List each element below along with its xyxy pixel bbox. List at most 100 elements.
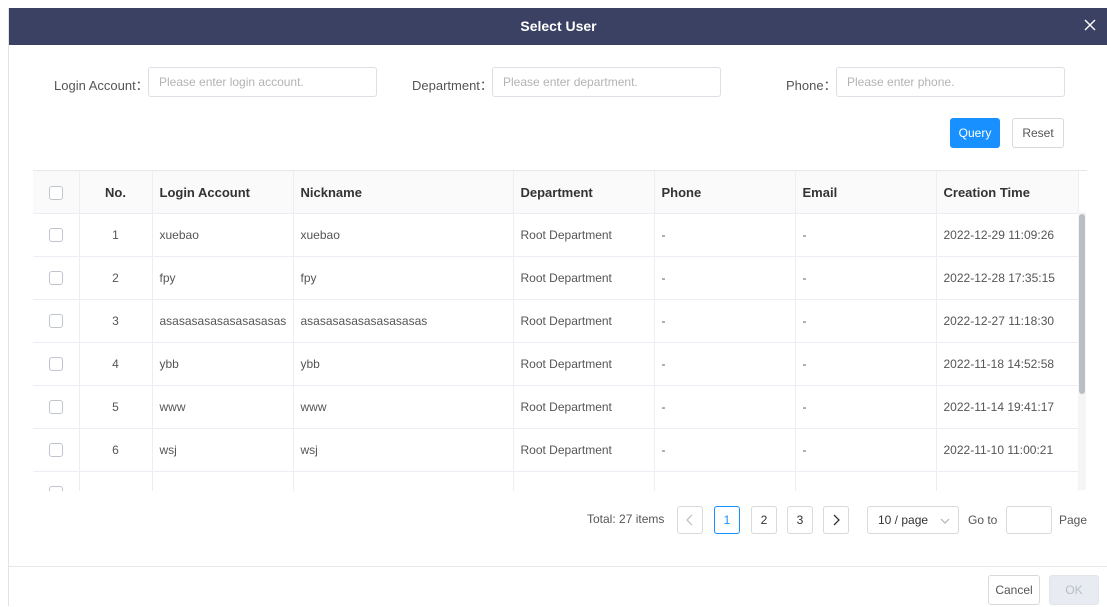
chevron-right-icon: [833, 514, 840, 526]
column-header: Creation Time: [936, 171, 1079, 214]
row-checkbox[interactable]: [48, 400, 63, 415]
column-header: No.: [79, 171, 153, 214]
column-header: Phone: [654, 171, 796, 214]
filter-bar: Login Account： Department： Phone：: [9, 67, 1107, 99]
column-header: Department: [513, 171, 655, 214]
table-header-row: No. Login Account Nickname Department Ph…: [33, 171, 1079, 214]
column-header: Login Account: [152, 171, 294, 214]
query-button[interactable]: Query: [950, 118, 1000, 148]
reset-button[interactable]: Reset: [1012, 118, 1064, 148]
table-cell: -: [795, 428, 937, 472]
table-cell: -: [654, 428, 796, 472]
table-cell: 2: [79, 256, 153, 300]
table-cell: ybb: [293, 342, 514, 386]
table-cell: 6: [79, 428, 153, 472]
row-select-cell[interactable]: [33, 256, 80, 300]
table-cell: www: [152, 385, 294, 429]
login-account-input[interactable]: [148, 67, 377, 97]
table-cell: -: [654, 342, 796, 386]
page-label: Page: [1059, 513, 1088, 527]
table-row[interactable]: 1 xuebao xuebao Root Department - - 2022…: [33, 213, 1079, 257]
select-all-cell[interactable]: [33, 171, 80, 214]
table-row[interactable]: 6 wsj wsj Root Department - - 2022-11-10…: [33, 428, 1079, 472]
table-cell: [936, 471, 1079, 491]
total-items: Total: 27 items: [587, 512, 665, 526]
table-row[interactable]: 5 www www Root Department - - 2022-11-14…: [33, 385, 1079, 429]
table-cell: 3: [79, 299, 153, 343]
row-select-cell[interactable]: [33, 342, 80, 386]
row-select-cell[interactable]: [33, 428, 80, 472]
row-select-cell[interactable]: [33, 471, 80, 491]
row-checkbox[interactable]: [48, 357, 63, 372]
page-1-button[interactable]: 1: [714, 506, 740, 534]
table-cell: -: [654, 299, 796, 343]
close-icon[interactable]: [1080, 15, 1100, 35]
table-row[interactable]: 3 asasasasasasasasasas asasasasasasasasa…: [33, 299, 1079, 343]
phone-label: Phone：: [786, 78, 837, 93]
row-checkbox[interactable]: [48, 443, 63, 458]
login-account-label: Login Account：: [54, 78, 149, 93]
department-input[interactable]: [492, 67, 721, 97]
ok-button[interactable]: OK: [1049, 575, 1099, 605]
table-cell: -: [654, 385, 796, 429]
table-cell: Root Department: [513, 256, 655, 300]
table-row[interactable]: 4 ybb ybb Root Department - - 2022-11-18…: [33, 342, 1079, 386]
table-cell: xuebao: [152, 213, 294, 257]
table-cell: [795, 471, 937, 491]
table-cell: Root Department: [513, 213, 655, 257]
table-cell: 2022-12-29 11:09:26: [936, 213, 1079, 257]
page-2-button[interactable]: 2: [751, 506, 777, 534]
table-cell: 2022-11-10 11:00:21: [936, 428, 1079, 472]
page-size-select[interactable]: 10 / page: [867, 506, 959, 534]
table-cell: 2022-12-28 17:35:15: [936, 256, 1079, 300]
table-row[interactable]: 2 fpy fpy Root Department - - 2022-12-28…: [33, 256, 1079, 300]
table-cell: Root Department: [513, 428, 655, 472]
table-cell: [79, 471, 153, 491]
goto-label: Go to: [968, 513, 998, 527]
table-cell: asasasasasasasasasas: [152, 299, 294, 343]
table-cell: -: [795, 213, 937, 257]
cancel-button[interactable]: Cancel: [988, 575, 1040, 605]
phone-input[interactable]: [836, 67, 1065, 97]
prev-page-button[interactable]: [677, 506, 703, 534]
dialog-header: Select User: [9, 8, 1107, 45]
table-cell: 2022-11-14 19:41:17: [936, 385, 1079, 429]
table-cell: www: [293, 385, 514, 429]
table-cell: ybb: [152, 342, 294, 386]
table-cell: Root Department: [513, 342, 655, 386]
table-cell: -: [795, 342, 937, 386]
row-select-cell[interactable]: [33, 385, 80, 429]
table-cell: -: [795, 299, 937, 343]
user-table: No. Login Account Nickname Department Ph…: [33, 170, 1087, 491]
column-header: Email: [795, 171, 937, 214]
table-cell: fpy: [293, 256, 514, 300]
dialog-footer: Cancel OK: [9, 566, 1107, 607]
table-cell: wsj: [152, 428, 294, 472]
row-checkbox[interactable]: [48, 486, 63, 491]
goto-page-input[interactable]: [1006, 506, 1052, 534]
table-cell: [293, 471, 514, 491]
row-checkbox[interactable]: [48, 228, 63, 243]
table-cell: -: [654, 213, 796, 257]
table-cell: 4: [79, 342, 153, 386]
row-checkbox[interactable]: [48, 314, 63, 329]
table-cell: Root Department: [513, 385, 655, 429]
table-cell: asasasasasasasasasas: [293, 299, 514, 343]
table-row[interactable]: [33, 471, 1079, 491]
table-cell: 2022-12-27 11:18:30: [936, 299, 1079, 343]
table-cell: Root Department: [513, 299, 655, 343]
table-cell: [513, 471, 655, 491]
row-select-cell[interactable]: [33, 299, 80, 343]
row-checkbox[interactable]: [48, 271, 63, 286]
table-cell: -: [795, 385, 937, 429]
table-cell: 5: [79, 385, 153, 429]
table-scrollbar-thumb[interactable]: [1079, 214, 1085, 394]
page-3-button[interactable]: 3: [787, 506, 813, 534]
next-page-button[interactable]: [823, 506, 849, 534]
table-cell: 2022-11-18 14:52:58: [936, 342, 1079, 386]
column-header: Nickname: [293, 171, 514, 214]
row-select-cell[interactable]: [33, 213, 80, 257]
table-cell: -: [795, 256, 937, 300]
table-cell: fpy: [152, 256, 294, 300]
select-all-checkbox[interactable]: [48, 185, 63, 200]
